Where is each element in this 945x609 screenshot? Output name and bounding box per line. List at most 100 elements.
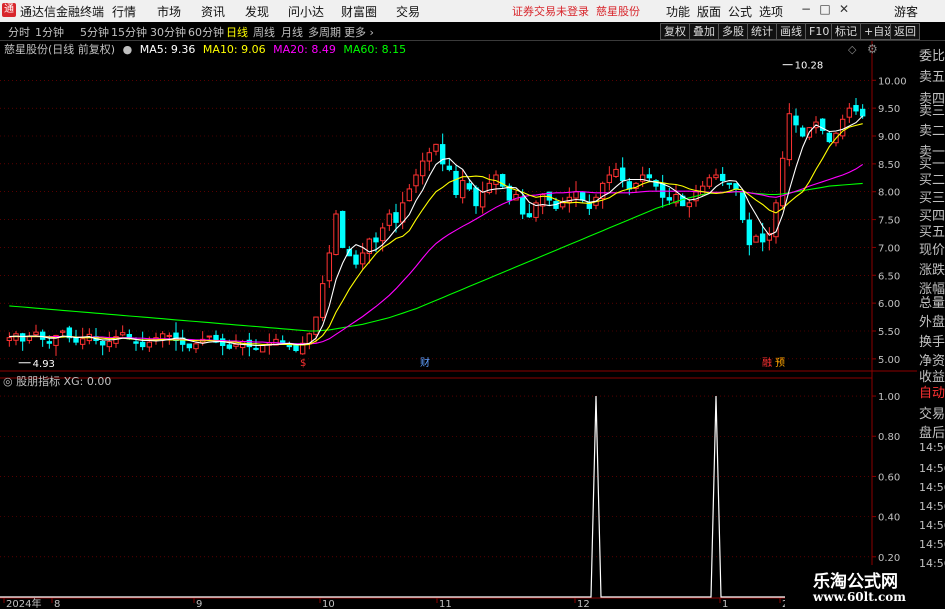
period-fenshi[interactable]: 分时: [8, 24, 30, 40]
candle-body: [39, 331, 46, 340]
side-panel-label: 买三: [919, 191, 945, 206]
maximize-icon[interactable]: □: [816, 2, 834, 18]
candle-body: [466, 183, 473, 190]
diamond-icon[interactable]: ◇: [848, 43, 856, 56]
menu-item-zixun[interactable]: 资讯: [201, 3, 225, 20]
period-5min[interactable]: 5分钟: [80, 24, 109, 40]
btn-fuquan[interactable]: 复权: [660, 23, 690, 40]
side-panel-label: 换手: [919, 335, 945, 350]
price-tick-label: 7.50: [878, 216, 900, 227]
period-15min[interactable]: 15分钟: [111, 24, 147, 40]
candle-body: [779, 157, 786, 207]
date-label: 9: [196, 599, 202, 609]
period-30min[interactable]: 30分钟: [150, 24, 186, 40]
candle-body: [853, 105, 859, 112]
menu-item-shichang[interactable]: 市场: [157, 3, 181, 20]
candle-body: [146, 341, 153, 348]
side-panel-label[interactable]: 盘后: [919, 422, 945, 441]
period-multi[interactable]: 多周期: [308, 24, 341, 40]
close-icon[interactable]: ✕: [835, 2, 853, 18]
side-panel-label[interactable]: 交易: [919, 403, 945, 422]
side-panel-label: 卖五: [919, 70, 945, 85]
price-tick-label: 9.50: [878, 104, 900, 115]
candle-body: [493, 174, 499, 185]
candle-body: [666, 197, 673, 201]
candle-body: [353, 254, 359, 265]
menu-item-hangqing[interactable]: 行情: [112, 3, 136, 20]
ma5-value: MA5: 9.36: [139, 43, 196, 56]
side-panel-label: 卖二: [919, 124, 945, 139]
side-panel-label: 14:56: [919, 519, 945, 532]
date-label: 10: [322, 599, 335, 609]
date-label: 8: [54, 599, 60, 609]
side-panel-label: 14:56: [919, 557, 945, 570]
settings-dot-icon[interactable]: ●: [123, 43, 133, 56]
btn-tongji[interactable]: 统计: [747, 23, 777, 40]
side-panel-label: 买二: [919, 173, 945, 188]
period-1min[interactable]: 1分钟: [35, 24, 64, 40]
ind-tick-label: 0.20: [878, 553, 900, 564]
period-weekly[interactable]: 周线: [253, 24, 275, 40]
candle-body: [426, 152, 433, 162]
price-tick-label: 8.00: [878, 188, 900, 199]
indicator-title: 股朋指标 XG: 0.00: [16, 375, 112, 388]
candle-body: [733, 183, 739, 190]
kline-chart[interactable]: 10.00 9.50 9.00 8.50 8.00 7.50 7.00 6.50 6.00 5.5…: [0, 41, 917, 609]
period-monthly[interactable]: 月线: [281, 24, 303, 40]
btn-back[interactable]: 返回: [890, 23, 920, 40]
candle-body: [6, 337, 13, 341]
menu-bar: 通 通达信金融终端 行情 市场 资讯 发现 问小达 财富圈 交易 证券交易未登录…: [0, 0, 945, 23]
ma60-value: MA60: 8.15: [343, 43, 407, 56]
ma-info-line: 慈星股份(日线 前复权) ● MA5: 9.36 MA10: 9.06 MA20…: [0, 41, 410, 57]
candle-body: [719, 173, 726, 182]
side-panel-label[interactable]: 自动: [919, 382, 945, 401]
menu-item-jiaoyi[interactable]: 交易: [396, 3, 420, 20]
candle-body: [206, 335, 213, 338]
candle-body: [799, 127, 806, 137]
candle-body: [359, 252, 366, 265]
event-marker: 预: [775, 357, 785, 369]
candle-body: [726, 182, 733, 185]
minimize-icon[interactable]: −: [797, 2, 815, 18]
btn-biaoji[interactable]: 标记: [831, 23, 861, 40]
menu-item-wenxiaoda[interactable]: 问小达: [288, 3, 324, 20]
menu-item-gongshi[interactable]: 公式: [728, 3, 752, 20]
menu-item-banmian[interactable]: 版面: [697, 3, 721, 20]
candle-body: [193, 343, 199, 350]
candle-body: [526, 213, 533, 218]
menu-item-faxian[interactable]: 发现: [245, 3, 269, 20]
event-marker: 融: [762, 357, 772, 369]
btn-diejia[interactable]: 叠加: [689, 23, 719, 40]
high-label: 10.28: [795, 61, 824, 72]
candle-body: [626, 181, 633, 190]
btn-duogu[interactable]: 多股: [718, 23, 748, 40]
period-more[interactable]: 更多 ›: [344, 24, 374, 40]
user-label[interactable]: 游客: [894, 3, 918, 20]
candle-body: [859, 108, 866, 117]
period-daily[interactable]: 日线: [226, 24, 248, 40]
side-panel-label: 外盘: [919, 315, 945, 330]
candle-body: [259, 344, 266, 353]
price-tick-label: 10.00: [878, 76, 907, 87]
period-60min[interactable]: 60分钟: [188, 24, 224, 40]
side-panel-label: 总量: [919, 296, 945, 311]
menu-item-xuanxiang[interactable]: 选项: [759, 3, 783, 20]
candle-body: [99, 340, 106, 346]
login-status[interactable]: 证券交易未登录 慈星股份: [512, 3, 640, 19]
indicator-dot-icon[interactable]: ◎: [3, 375, 13, 388]
candle-body: [706, 177, 713, 187]
event-marker: 财: [420, 356, 430, 369]
ind-tick-label: 0.80: [878, 432, 900, 443]
menu-item-caifuquan[interactable]: 财富圈: [341, 3, 377, 20]
settings-gear-icon[interactable]: ⚙: [867, 42, 878, 56]
stock-name-link[interactable]: 慈星股份: [596, 5, 640, 18]
candle-body: [166, 334, 173, 337]
watermark-title: 乐淘公式网: [813, 572, 898, 592]
price-tick-label: 6.50: [878, 271, 900, 282]
candle-body: [519, 196, 526, 215]
candle-body: [579, 191, 586, 201]
btn-huaxian[interactable]: 画线: [776, 23, 806, 40]
menu-item-gongneng[interactable]: 功能: [666, 3, 690, 20]
candle-body: [413, 174, 419, 187]
btn-f10[interactable]: F10: [805, 23, 834, 40]
